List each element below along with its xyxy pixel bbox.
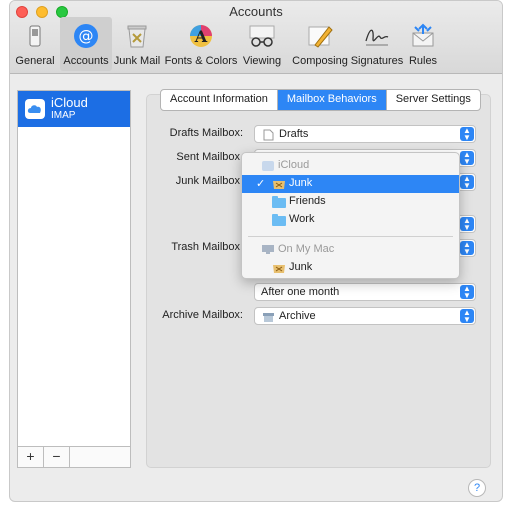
erase-trash-popup[interactable]: After one month ▲ ▼: [254, 283, 476, 301]
menu-separator: [248, 236, 453, 237]
drafts-mailbox-value: Drafts: [279, 128, 309, 140]
remove-account-button[interactable]: −: [44, 447, 70, 467]
drafts-mailbox-label: Drafts Mailbox:: [169, 127, 243, 139]
account-list: iCloud IMAP + −: [17, 90, 131, 468]
toolbar-viewing[interactable]: Viewing: [242, 17, 282, 71]
drafts-mailbox-popup[interactable]: Drafts ▲ ▼: [254, 125, 476, 143]
sent-mailbox-label: Sent Mailbox: [176, 151, 240, 163]
account-item-icloud[interactable]: iCloud IMAP: [18, 91, 130, 127]
account-type: IMAP: [51, 110, 76, 121]
chevron-updown-icon: ▲ ▼: [460, 217, 474, 232]
account-list-controls: + −: [18, 446, 130, 467]
chevron-updown-icon: ▲ ▼: [460, 175, 474, 190]
toolbar-junk-mail[interactable]: Junk Mail: [114, 17, 160, 71]
menu-item-friends[interactable]: Friends: [242, 193, 459, 211]
chevron-updown-icon: ▲ ▼: [460, 309, 474, 324]
tab-account-information[interactable]: Account Information: [161, 90, 278, 110]
at-sign-icon: @: [73, 23, 99, 49]
archive-box-icon: [262, 311, 274, 322]
archive-mailbox-value: Archive: [279, 310, 316, 322]
icloud-icon: [25, 99, 45, 119]
document-icon: [262, 129, 274, 141]
account-name: iCloud: [51, 95, 88, 110]
chevron-updown-icon: ▲ ▼: [460, 151, 474, 166]
junk-folder-icon: [272, 178, 286, 193]
menu-header-icloud: iCloud: [242, 157, 459, 175]
toolbar-fonts-colors[interactable]: A Fonts & Colors: [165, 17, 237, 71]
junk-folder-icon: [272, 262, 286, 277]
toolbar-rules[interactable]: Rules: [408, 17, 438, 71]
junk-mailbox-label: Junk Mailbox: [175, 175, 240, 187]
preferences-window: Accounts General @ Accounts Junk Mail A: [9, 0, 503, 502]
rules-envelope-icon: [410, 23, 436, 49]
chevron-updown-icon: ▲ ▼: [460, 285, 474, 300]
erase-trash-value: After one month: [261, 286, 340, 298]
tab-bar: Account Information Mailbox Behaviors Se…: [160, 89, 481, 111]
folder-icon: [272, 214, 286, 226]
chevron-updown-icon: ▲ ▼: [460, 127, 474, 142]
toolbar-signatures[interactable]: Signatures: [351, 17, 403, 71]
help-button[interactable]: ?: [468, 479, 486, 497]
svg-text:A: A: [194, 27, 208, 46]
svg-text:@: @: [79, 27, 94, 45]
tab-server-settings[interactable]: Server Settings: [387, 90, 480, 110]
signature-icon: [364, 23, 390, 49]
chevron-updown-icon: ▲ ▼: [460, 241, 474, 256]
add-account-button[interactable]: +: [18, 447, 44, 467]
archive-mailbox-popup[interactable]: Archive ▲ ▼: [254, 307, 476, 325]
menu-header-on-my-mac: On My Mac: [242, 241, 459, 259]
archive-mailbox-label: Archive Mailbox:: [162, 309, 243, 321]
checkmark-icon: ✓: [256, 178, 266, 190]
fonts-colors-icon: A: [188, 23, 214, 49]
icloud-icon: [262, 161, 274, 174]
menu-item-local-junk[interactable]: Junk: [242, 259, 459, 277]
glasses-icon: [249, 23, 275, 49]
toolbar: Accounts General @ Accounts Junk Mail A: [10, 1, 502, 74]
toolbar-label: Rules: [408, 55, 438, 67]
menu-item-work[interactable]: Work: [242, 211, 459, 229]
folder-icon: [272, 196, 286, 208]
trash-mailbox-label: Trash Mailbox: [171, 241, 240, 253]
junk-mailbox-menu: iCloud ✓ Junk Friends Work On My Mac Jun…: [241, 152, 460, 279]
menu-item-junk[interactable]: ✓ Junk: [242, 175, 459, 193]
toolbar-composing[interactable]: Composing: [292, 17, 348, 71]
tab-mailbox-behaviors[interactable]: Mailbox Behaviors: [277, 90, 387, 110]
computer-icon: [262, 245, 274, 258]
general-switch-icon: [22, 23, 48, 49]
pencil-icon: [307, 23, 333, 49]
junk-trash-icon: [124, 23, 150, 49]
